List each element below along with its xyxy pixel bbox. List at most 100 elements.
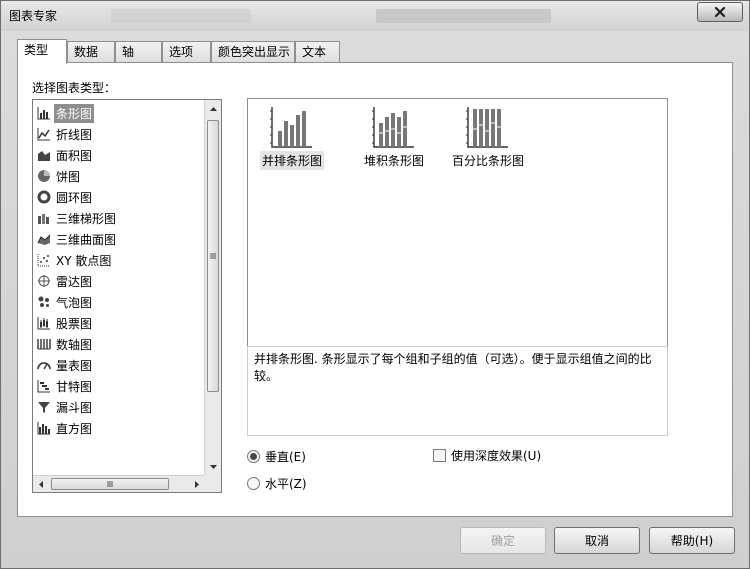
tab-label: 类型 xyxy=(24,43,49,57)
stacked-bar-icon xyxy=(372,107,414,148)
title-bar[interactable]: 图表专家 xyxy=(1,1,749,31)
title-bar-shadow xyxy=(376,9,551,23)
help-button-label: 帮助(H) xyxy=(670,534,714,548)
3d-surface-chart-icon xyxy=(37,234,51,245)
radio-selected-dot xyxy=(250,453,257,460)
ok-button[interactable]: 确定 xyxy=(460,527,546,554)
doughnut-chart-icon xyxy=(37,190,51,204)
depth-effect-checkbox[interactable]: 使用深度效果(U) xyxy=(433,447,541,464)
list-item-label: 股票图 xyxy=(56,316,93,331)
tab-text[interactable]: 文本 xyxy=(295,41,340,63)
horizontal-radio[interactable]: 水平(Z) xyxy=(247,475,307,492)
list-item-histogram[interactable]: 直方图 xyxy=(37,418,193,438)
scroll-right-button[interactable] xyxy=(189,476,205,493)
tab-label: 颜色突出显示 xyxy=(218,45,291,59)
horizontal-scroll-thumb[interactable] xyxy=(51,478,169,490)
list-item-3d-surface[interactable]: 三维曲面图 xyxy=(37,229,193,249)
funnel-chart-icon xyxy=(38,402,50,413)
scrollbar-corner xyxy=(204,475,221,492)
list-item-label: 饼图 xyxy=(56,169,81,184)
radio-button[interactable] xyxy=(247,450,260,463)
horizontal-scrollbar[interactable] xyxy=(33,475,205,492)
list-item-label: 三维梯形图 xyxy=(56,211,117,226)
list-item-bar[interactable]: 条形图 xyxy=(37,103,193,123)
arrow-down-icon xyxy=(209,464,217,469)
list-item-stock[interactable]: 股票图 xyxy=(37,313,193,333)
list-item-label: XY 散点图 xyxy=(56,253,112,268)
list-item-gantt[interactable]: 甘特图 xyxy=(37,376,193,396)
area-chart-icon xyxy=(38,151,50,161)
list-item-funnel[interactable]: 漏斗图 xyxy=(37,397,193,417)
subtype-clustered-bar[interactable]: 并排条形图 xyxy=(254,103,330,170)
list-item-label: 数轴图 xyxy=(56,337,93,352)
list-item-doughnut[interactable]: 圆环图 xyxy=(37,187,193,207)
list-item-gauge[interactable]: 量表图 xyxy=(37,355,193,375)
list-item-pie[interactable]: 饼图 xyxy=(37,166,193,186)
chart-type-list[interactable]: 条形图 折线图 面积图 饼图 圆环图 三维梯形图 三维曲面图 XY 散点图 雷达… xyxy=(32,99,222,493)
vertical-scrollbar[interactable] xyxy=(204,100,221,475)
vertical-radio[interactable]: 垂直(E) xyxy=(247,448,306,465)
scroll-down-button[interactable] xyxy=(205,458,221,475)
ok-button-label: 确定 xyxy=(490,534,515,548)
close-button[interactable] xyxy=(697,2,743,22)
subtype-label: 百分比条形图 xyxy=(452,154,525,168)
list-item-label: 量表图 xyxy=(56,358,93,373)
list-item-3d-step[interactable]: 三维梯形图 xyxy=(37,208,193,228)
list-item-label: 折线图 xyxy=(56,127,93,142)
list-item-scatter[interactable]: XY 散点图 xyxy=(37,250,193,270)
tab-options[interactable]: 选项 xyxy=(162,41,211,63)
close-icon xyxy=(714,6,726,18)
chart-expert-dialog: 图表专家 类型 数据 轴 选项 颜色突出显示 文本 选择图表类型： 条形图 折线… xyxy=(0,0,750,569)
list-item-radar[interactable]: 雷达图 xyxy=(37,271,193,291)
list-item-bubble[interactable]: 气泡图 xyxy=(37,292,193,312)
tab-axis[interactable]: 轴 xyxy=(115,41,162,63)
radar-chart-icon xyxy=(38,275,50,287)
list-item-label: 雷达图 xyxy=(56,274,93,289)
arrow-left-icon xyxy=(39,481,43,488)
grip-icon xyxy=(210,253,216,259)
tab-label: 文本 xyxy=(302,45,327,59)
arrow-right-icon xyxy=(195,481,199,488)
list-item-label: 三维曲面图 xyxy=(56,232,117,247)
depth-effect-label: 使用深度效果(U) xyxy=(451,449,542,463)
subtype-percent-bar[interactable]: 百分比条形图 xyxy=(450,103,526,170)
stock-chart-icon xyxy=(37,317,50,330)
3d-step-chart-icon xyxy=(38,214,49,224)
list-item-label: 面积图 xyxy=(56,148,93,163)
window-title: 图表专家 xyxy=(9,9,58,23)
vertical-scroll-thumb[interactable] xyxy=(207,120,219,392)
help-button[interactable]: 帮助(H) xyxy=(649,527,735,554)
tab-data[interactable]: 数据 xyxy=(67,41,115,63)
subtype-label: 堆积条形图 xyxy=(363,154,424,168)
percent-stacked-bar-icon xyxy=(466,107,508,148)
list-item-label: 直方图 xyxy=(56,421,93,436)
scroll-left-button[interactable] xyxy=(33,476,49,493)
checkbox[interactable] xyxy=(433,449,446,462)
list-item-area[interactable]: 面积图 xyxy=(37,145,193,165)
tab-type[interactable]: 类型 xyxy=(17,39,67,64)
bar-chart-icon xyxy=(37,107,50,120)
list-item-label: 漏斗图 xyxy=(56,400,93,415)
radio-button[interactable] xyxy=(247,477,260,490)
bubble-chart-icon xyxy=(38,296,49,307)
title-bar-shadow xyxy=(111,9,251,23)
tab-color-highlight[interactable]: 颜色突出显示 xyxy=(211,41,295,63)
subtype-label: 并排条形图 xyxy=(259,151,324,170)
line-chart-icon xyxy=(37,128,50,141)
list-item-label: 圆环图 xyxy=(56,190,93,205)
subtype-description: 并排条形图. 条形显示了每个组和子组的值（可选）。便于显示组值之间的比较。 xyxy=(247,346,668,436)
subtype-stacked-bar[interactable]: 堆积条形图 xyxy=(356,103,432,170)
list-item-number-axis[interactable]: 数轴图 xyxy=(37,334,193,354)
scroll-up-button[interactable] xyxy=(205,100,221,117)
list-item-label: 条形图 xyxy=(54,103,95,123)
chart-type-label: 选择图表类型： xyxy=(32,81,117,95)
scatter-chart-icon xyxy=(37,254,50,267)
cancel-button-label: 取消 xyxy=(584,534,609,548)
cancel-button[interactable]: 取消 xyxy=(554,527,640,554)
gauge-chart-icon xyxy=(37,362,51,370)
tab-label: 轴 xyxy=(122,45,135,59)
grip-icon xyxy=(107,481,113,487)
list-item-line[interactable]: 折线图 xyxy=(37,124,193,144)
gantt-chart-icon xyxy=(37,380,50,393)
tab-panel-type: 选择图表类型： 条形图 折线图 面积图 饼图 圆环图 三维梯形图 三维曲面图 X… xyxy=(17,62,733,517)
